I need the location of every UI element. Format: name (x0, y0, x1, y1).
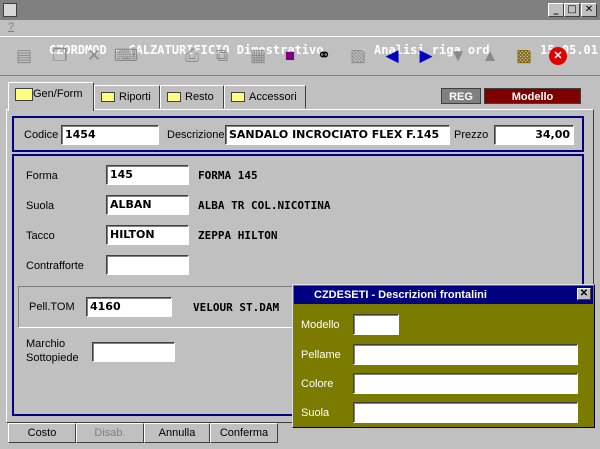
suola-label: Suola (26, 200, 55, 212)
dialog-pellame-label: Pellame (301, 349, 341, 361)
tab-accessori[interactable]: Accessori (224, 85, 306, 109)
marchio-sottopiede-field[interactable] (92, 342, 175, 362)
dialog-modello-label: Modello (301, 319, 340, 331)
tab-label: Accessori (249, 91, 297, 103)
folder-icon (101, 92, 115, 102)
arrow-down-icon[interactable]: ▼ (444, 43, 472, 69)
tab-label: Resto (185, 91, 214, 103)
folder-icon (15, 88, 33, 101)
costo-button[interactable]: Costo (8, 423, 76, 443)
delete-icon[interactable]: ✕ (80, 43, 108, 69)
print-icon[interactable]: ⎙ (178, 43, 206, 69)
app-icon[interactable] (3, 3, 17, 17)
tacco-label: Tacco (26, 230, 55, 242)
header-box: Codice 1454 Descrizione SANDALO INCROCIA… (12, 116, 584, 152)
sottopiede-label: Sottopiede (26, 352, 79, 364)
pell-tom-label: Pell.TOM (29, 301, 75, 313)
prezzo-label: Prezzo (454, 129, 489, 141)
close-circle-icon[interactable]: ✕ (544, 43, 572, 69)
tacco-field[interactable]: HILTON (106, 225, 189, 245)
dialog-colore-label: Colore (301, 378, 334, 390)
menu-help[interactable]: ? (8, 21, 14, 33)
suola-field[interactable]: ALBAN (106, 195, 189, 215)
dialog-title-bar: CZDESETI - Descrizioni frontalini ✕ (294, 286, 593, 304)
forma-description: FORMA 145 (198, 169, 258, 182)
minimize-button[interactable]: _ (548, 3, 564, 17)
window-close-button[interactable]: ✕ (581, 3, 597, 17)
title-bar: CZORDMOD - CALZATURIFICIO Dimostrativo -… (0, 0, 600, 57)
dialog-close-button[interactable]: ✕ (577, 288, 591, 300)
codice-label: Codice (24, 129, 59, 141)
copy-icon[interactable]: ❐ (46, 43, 74, 69)
preview-icon[interactable]: ⧉ (208, 43, 236, 69)
dialog-suola-label: Suola (301, 407, 330, 419)
tab-gen-form[interactable]: Gen/Form (8, 82, 94, 111)
tab-resto[interactable]: Resto (160, 85, 224, 109)
contrafforte-field[interactable] (106, 255, 189, 275)
tab-label: Riporti (119, 91, 151, 103)
folder-icon (231, 92, 245, 102)
codice-field[interactable]: 1454 (61, 125, 159, 145)
tab-label: Gen/Form (33, 88, 83, 100)
pell-tom-field[interactable]: 4160 (86, 297, 172, 317)
descrizioni-frontalini-dialog: CZDESETI - Descrizioni frontalini ✕ Mode… (292, 284, 595, 428)
dialog-title: CZDESETI - Descrizioni frontalini (314, 289, 487, 301)
suola-description: ALBA TR COL.NICOTINA (198, 199, 331, 212)
dialog-suola-field[interactable] (353, 402, 578, 423)
arrow-up-icon[interactable]: ▲ (476, 43, 504, 69)
forma-field[interactable]: 145 (106, 165, 189, 185)
book-icon[interactable]: ■ (276, 43, 304, 69)
folder-icon (167, 92, 181, 102)
conferma-button[interactable]: Conferma (210, 423, 278, 443)
reg-badge: REG (441, 88, 481, 104)
maximize-button[interactable]: □ (564, 3, 580, 17)
pell-tom-description: VELOUR ST.DAM (193, 301, 280, 314)
forma-label: Forma (26, 170, 58, 182)
menu-bar: ? (0, 20, 600, 36)
marchio-label: Marchio (26, 338, 66, 350)
annulla-button[interactable]: Annulla (144, 423, 210, 443)
calculator-icon[interactable]: ▩ (510, 43, 538, 69)
dialog-pellame-field[interactable] (353, 344, 578, 365)
pellame-group: Pell.TOM 4160 VELOUR ST.DAM (18, 286, 304, 328)
contrafforte-label: Contrafforte (26, 260, 84, 272)
descrizione-field[interactable]: SANDALO INCROCIATO FLEX F.145 (225, 125, 450, 145)
disab-button[interactable]: Disab. (76, 423, 144, 443)
application-window: CZORDMOD - CALZATURIFICIO Dimostrativo -… (0, 0, 600, 449)
arrow-left-icon[interactable]: ◀ (378, 43, 406, 69)
binoculars-icon[interactable]: ⚭ (310, 43, 338, 69)
prezzo-field[interactable]: 34,00 (494, 125, 574, 145)
keyboard-icon[interactable]: ⌨ (112, 43, 140, 69)
tacco-description: ZEPPA HILTON (198, 229, 278, 242)
printer-setup-icon[interactable]: ▦ (244, 43, 272, 69)
descrizione-label: Descrizione (167, 129, 225, 141)
tab-riporti[interactable]: Riporti (94, 85, 160, 109)
document-icon[interactable]: ▧ (344, 43, 372, 69)
dialog-colore-field[interactable] (353, 373, 578, 394)
arrow-right-icon[interactable]: ▶ (412, 43, 440, 69)
list-icon[interactable]: ▤ (10, 43, 38, 69)
dialog-modello-field[interactable] (353, 314, 399, 335)
toolbar: ▤ ❐ ✕ ⌨ ⎙ ⧉ ▦ ■ ⚭ ▧ ◀ ▶ ▼ ▲ ▩ ✕ (0, 36, 600, 76)
modello-badge: Modello (484, 88, 581, 104)
